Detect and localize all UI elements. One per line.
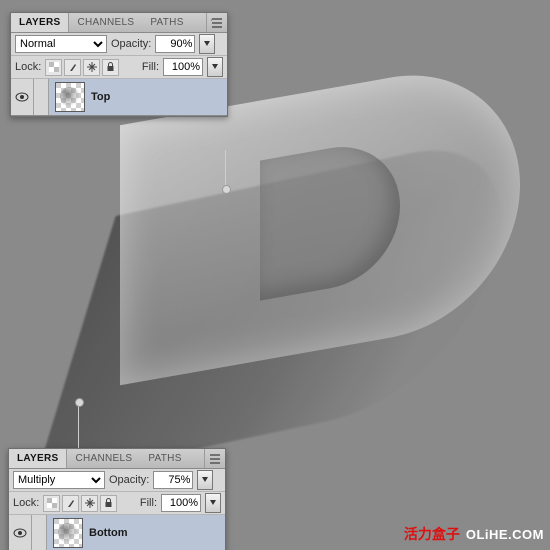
lock-position-icon[interactable] [81, 495, 98, 512]
link-column [32, 515, 47, 550]
lock-label: Lock: [15, 61, 41, 73]
layers-panel-top: LAYERS CHANNELS PATHS Normal Opacity: Lo… [10, 12, 228, 117]
visibility-eye-icon[interactable] [9, 515, 32, 550]
panel-tab-bar: LAYERS CHANNELS PATHS [11, 13, 227, 33]
blend-opacity-row: Multiply Opacity: [9, 469, 225, 492]
lock-buttons [43, 495, 117, 512]
opacity-label: Opacity: [109, 474, 149, 486]
panel-menu-icon[interactable] [204, 449, 225, 468]
blend-mode-select[interactable]: Normal [15, 35, 107, 53]
lock-all-icon[interactable] [102, 59, 119, 76]
lock-all-icon[interactable] [100, 495, 117, 512]
link-column [34, 79, 49, 115]
tab-paths[interactable]: PATHS [142, 13, 191, 32]
opacity-input[interactable] [155, 35, 195, 53]
fill-flyout-icon[interactable] [207, 57, 223, 77]
lock-fill-row: Lock: Fill: [11, 56, 227, 79]
blend-opacity-row: Normal Opacity: [11, 33, 227, 56]
layer-name[interactable]: Top [91, 91, 110, 103]
tab-paths[interactable]: PATHS [140, 449, 189, 468]
lock-pixels-icon[interactable] [64, 59, 81, 76]
opacity-label: Opacity: [111, 38, 151, 50]
lock-transparency-icon[interactable] [45, 59, 62, 76]
lock-label: Lock: [13, 497, 39, 509]
tab-channels[interactable]: CHANNELS [69, 13, 142, 32]
lock-fill-row: Lock: Fill: [9, 492, 225, 515]
layer-thumbnail[interactable] [53, 518, 83, 548]
opacity-flyout-icon[interactable] [199, 34, 215, 54]
fill-input[interactable] [161, 494, 201, 512]
watermark-cn: 活力盒子 [404, 524, 460, 544]
lock-position-icon[interactable] [83, 59, 100, 76]
lock-transparency-icon[interactable] [43, 495, 60, 512]
lock-pixels-icon[interactable] [62, 495, 79, 512]
opacity-flyout-icon[interactable] [197, 470, 213, 490]
layer-name[interactable]: Bottom [89, 527, 128, 539]
panel-tab-bar: LAYERS CHANNELS PATHS [9, 449, 225, 469]
fill-flyout-icon[interactable] [205, 493, 221, 513]
tab-channels[interactable]: CHANNELS [67, 449, 140, 468]
opacity-input[interactable] [153, 471, 193, 489]
fill-label: Fill: [140, 497, 157, 509]
tab-layers[interactable]: LAYERS [9, 449, 67, 468]
visibility-eye-icon[interactable] [11, 79, 34, 115]
lock-buttons [45, 59, 119, 76]
tab-layers[interactable]: LAYERS [11, 13, 69, 32]
layers-panel-bottom: LAYERS CHANNELS PATHS Multiply Opacity: … [8, 448, 226, 550]
layer-row[interactable]: Top [11, 79, 227, 116]
watermark-en: OLiHE.COM [466, 527, 544, 542]
fill-label: Fill: [142, 61, 159, 73]
panel-menu-icon[interactable] [206, 13, 227, 32]
layer-row[interactable]: Bottom [9, 515, 225, 550]
blend-mode-select[interactable]: Multiply [13, 471, 105, 489]
callout-line-bottom [78, 402, 79, 450]
fill-input[interactable] [163, 58, 203, 76]
layer-thumbnail[interactable] [55, 82, 85, 112]
watermark: 活力盒子 OLiHE.COM [404, 524, 544, 544]
callout-line-top [225, 150, 226, 190]
